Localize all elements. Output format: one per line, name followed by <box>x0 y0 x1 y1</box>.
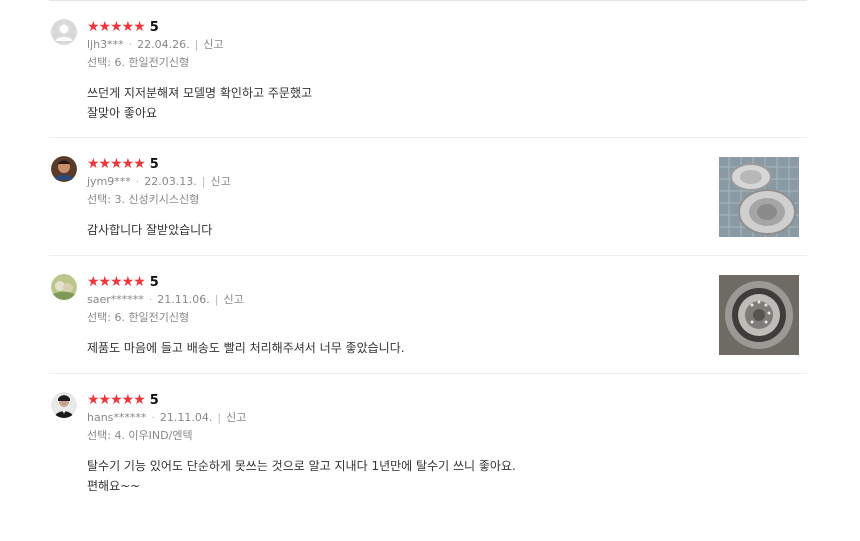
rating-score: 5 <box>149 274 159 290</box>
star-rating: ★★★★★ <box>87 156 146 172</box>
review-photo-thumbnail[interactable] <box>719 157 799 237</box>
star-rating: ★★★★★ <box>87 274 146 290</box>
rating-score: 5 <box>149 19 159 35</box>
review-item: ★★★★★ 5 ljh3*** · 22.04.26. | 신고 선택: 6. 한일전기… <box>49 1 807 138</box>
reviewer-id: ljh3*** <box>87 38 124 51</box>
rating-score: 5 <box>149 392 159 408</box>
option-selected: 선택: 6. 한일전기신형 <box>87 56 190 69</box>
star-rating: ★★★★★ <box>87 392 146 408</box>
avatar-default-icon <box>51 19 77 45</box>
report-link[interactable]: 신고 <box>210 175 230 188</box>
review-text: 감사합니다 잘받았습니다 <box>87 223 213 237</box>
review-item: ★★★★★ 5 saer****** · 21.11.06. | 신고 선택: 6. 한… <box>49 256 807 374</box>
star-rating: ★★★★★ <box>87 19 146 35</box>
avatar <box>51 274 77 300</box>
report-link[interactable]: 신고 <box>226 411 246 424</box>
report-link[interactable]: 신고 <box>223 293 243 306</box>
option-selected: 선택: 3. 신성키시스신형 <box>87 193 200 206</box>
review-date: 22.04.26. <box>137 38 190 51</box>
option-selected: 선택: 6. 한일전기신형 <box>87 311 190 324</box>
avatar <box>51 156 77 182</box>
option-selected: 선택: 4. 이우IND/엔텍 <box>87 429 193 442</box>
review-text: 탈수기 기능 있어도 단순하게 못쓰는 것으로 알고 지내다 1년만에 탈수기 … <box>87 459 516 493</box>
reviewer-id: jym9*** <box>87 175 131 188</box>
review-photo-thumbnail[interactable] <box>719 275 799 355</box>
report-link[interactable]: 신고 <box>203 38 223 51</box>
review-date: 21.11.06. <box>157 293 210 306</box>
reviewer-id: saer****** <box>87 293 144 306</box>
review-date: 22.03.13. <box>144 175 197 188</box>
review-item: ★★★★★ 5 jym9*** · 22.03.13. | 신고 선택: 3. 신성키시… <box>49 138 807 256</box>
reviewer-id: hans****** <box>87 411 147 424</box>
review-text: 제품도 마음에 들고 배송도 빨리 처리해주셔서 너무 좋았습니다. <box>87 341 405 355</box>
rating-score: 5 <box>149 156 159 172</box>
review-item: ★★★★★ 5 hans****** · 21.11.04. | 신고 선택: 4. 이… <box>49 374 807 534</box>
avatar <box>51 392 77 418</box>
review-list: ★★★★★ 5 ljh3*** · 22.04.26. | 신고 선택: 6. 한일전기… <box>49 0 807 534</box>
review-text: 쓰던게 지저분해져 모델명 확인하고 주문했고 잘맞아 좋아요 <box>87 86 313 120</box>
review-date: 21.11.04. <box>159 411 213 424</box>
